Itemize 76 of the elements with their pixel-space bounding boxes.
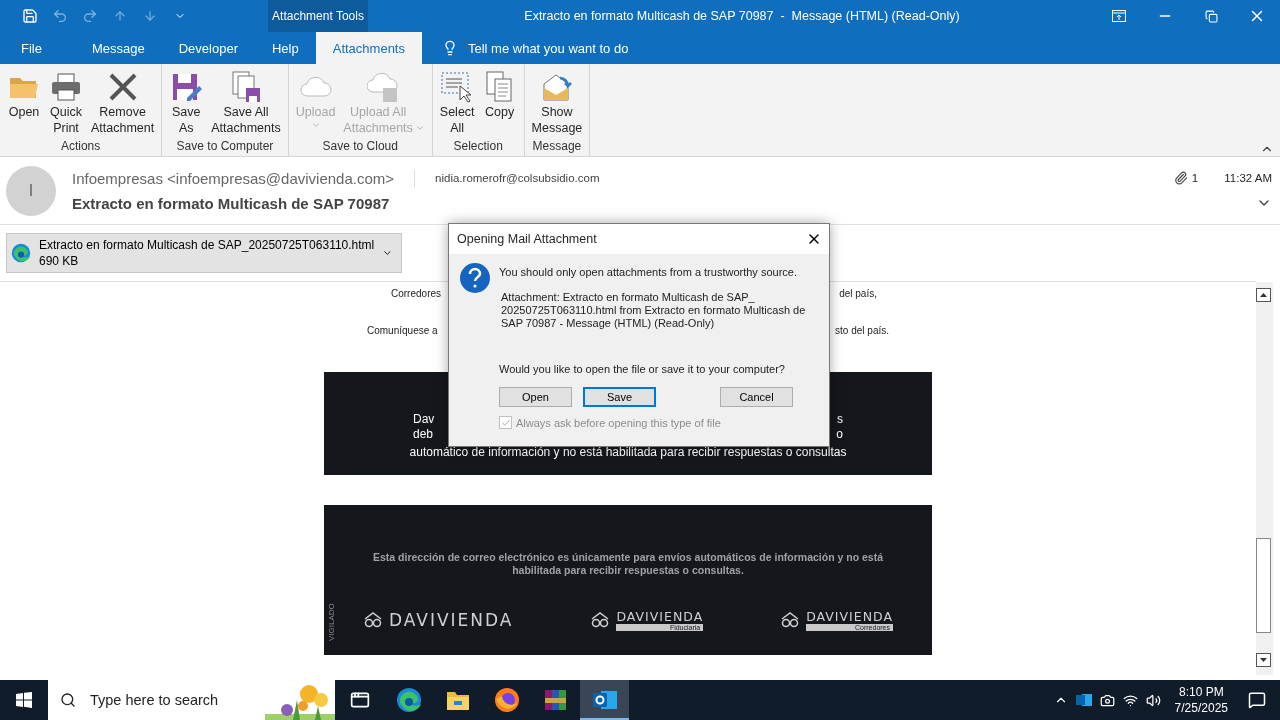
ribbon-button[interactable]: Save As: [166, 68, 207, 139]
attachment-details: Attachment: Extracto en formato Multicash de SAP_ 20250725T063110.html from Extracto en formato Multicash de SAP 70987 - Message (HTML) (Read-Only): [501, 291, 807, 330]
banner-text: deb: [413, 427, 434, 442]
attachment-size: 690 KB: [38, 253, 80, 269]
dialog-button[interactable]: Save: [583, 387, 656, 407]
group-label: Save to Cloud: [321, 139, 399, 155]
ribbon-button[interactable]: Show Message: [528, 68, 586, 139]
ribbon-tab[interactable]: Message: [74, 32, 162, 64]
ribbon-button[interactable]: Save All Attachments: [208, 68, 284, 139]
camera-icon[interactable]: [1099, 692, 1115, 708]
task-view-icon: [349, 690, 370, 710]
mail-app-icon: [591, 688, 618, 712]
tell-me-text: Tell me what you want to do: [468, 40, 629, 56]
group-label: Message: [531, 139, 583, 155]
ribbon-button[interactable]: Select All: [436, 68, 478, 139]
dialog-button[interactable]: Cancel: [720, 387, 793, 407]
scroll-up-icon[interactable]: [1256, 288, 1271, 302]
search-icon: [60, 692, 76, 708]
scroll-thumb[interactable]: [1256, 538, 1271, 633]
attachment-name: Extracto en formato Multicash de SAP_20250725T063110.html: [38, 237, 375, 253]
notifications-icon[interactable]: [1248, 691, 1266, 709]
sender: Infoempresas <infoempresas@davivienda.com>: [72, 169, 416, 187]
question-text: Would you like to open the file or save it to your computer?: [499, 363, 786, 375]
ribbon-tab[interactable]: Help: [254, 32, 316, 64]
browser-swirl-icon: [395, 687, 422, 713]
fox-globe-icon: [493, 687, 520, 713]
banner-text: o: [836, 427, 843, 442]
ribbon-tab[interactable]: File: [4, 32, 59, 64]
recipient: nidia.romerofr@colsubsidio.com: [435, 172, 601, 184]
bank-logo: DAVIVIENDA: [363, 609, 514, 631]
paperclip-icon: [1173, 171, 1188, 185]
group-label: Actions: [59, 139, 102, 155]
window-title: Extracto en formato Multicash de SAP 70987 - Message (HTML) (Read-Only): [523, 9, 961, 23]
archive-books-icon: [542, 687, 569, 713]
body-text: Comuníquese a: [367, 325, 438, 336]
search-box[interactable]: Type here to search: [48, 680, 335, 720]
search-field[interactable]: Type here to search: [88, 691, 252, 709]
question-icon: [459, 262, 491, 294]
clock-time: 8:10 PM: [1178, 684, 1224, 700]
received-time: 11:32 AM: [1224, 172, 1272, 184]
folder-icon: [445, 689, 470, 711]
body-text: sto del país.: [835, 325, 889, 336]
ribbon-button[interactable]: Remove Attachment: [88, 68, 158, 139]
warning-text: You should only open attachments from a trustworthy source.: [499, 266, 798, 278]
lightbulb-icon: [442, 40, 458, 56]
banner-text: Dav: [413, 412, 435, 427]
banner-text: s: [837, 412, 843, 427]
scroll-down-icon[interactable]: [1256, 653, 1271, 667]
dialog-button[interactable]: Open: [499, 387, 572, 407]
group-label: Selection: [452, 139, 504, 155]
footer-notice: Esta dirección de correo electrónico es únicamente para envíos automáticos de información y no está habilitada para recibir respuestas o consultas.: [372, 551, 884, 577]
windows-logo-icon: [16, 692, 32, 708]
volume-icon[interactable]: [1145, 692, 1161, 708]
avatar: I: [6, 165, 56, 216]
dialog-title: Opening Mail Attachment: [457, 232, 597, 246]
clock-date: 7/25/2025: [1174, 700, 1228, 716]
side-label: VIGILADO: [327, 603, 336, 641]
ribbon-tab[interactable]: Developer: [161, 32, 255, 64]
tell-me-field[interactable]: Tell me what you want to do: [436, 32, 635, 64]
ribbon-tab[interactable]: Attachments: [315, 32, 422, 64]
body-text: del país,: [839, 288, 877, 299]
network-icon[interactable]: [1122, 692, 1138, 708]
banner-text: automático de información y no está habilitada para recibir respuestas o consultas: [409, 445, 847, 459]
body-text: Corredores: [391, 288, 442, 299]
attachment-count: 1: [1191, 172, 1199, 184]
mail-tray-icon[interactable]: [1075, 693, 1092, 707]
group-label: Save to Computer: [175, 139, 275, 155]
printer-icon: [49, 70, 83, 104]
context-label: Attachment Tools: [268, 0, 368, 32]
message-subject: Extracto en formato Multicash de SAP 70987: [72, 194, 391, 212]
check-icon: [500, 417, 511, 428]
attachment-card[interactable]: Extracto en formato Multicash de SAP_20250725T063110.html 690 KB: [6, 233, 402, 273]
ribbon-button[interactable]: Open: [4, 68, 44, 139]
checkbox-label: Always ask before opening this type of file: [499, 416, 819, 429]
ribbon-button[interactable]: Quick Print: [46, 68, 86, 139]
ribbon-button[interactable]: Copy: [479, 68, 520, 139]
